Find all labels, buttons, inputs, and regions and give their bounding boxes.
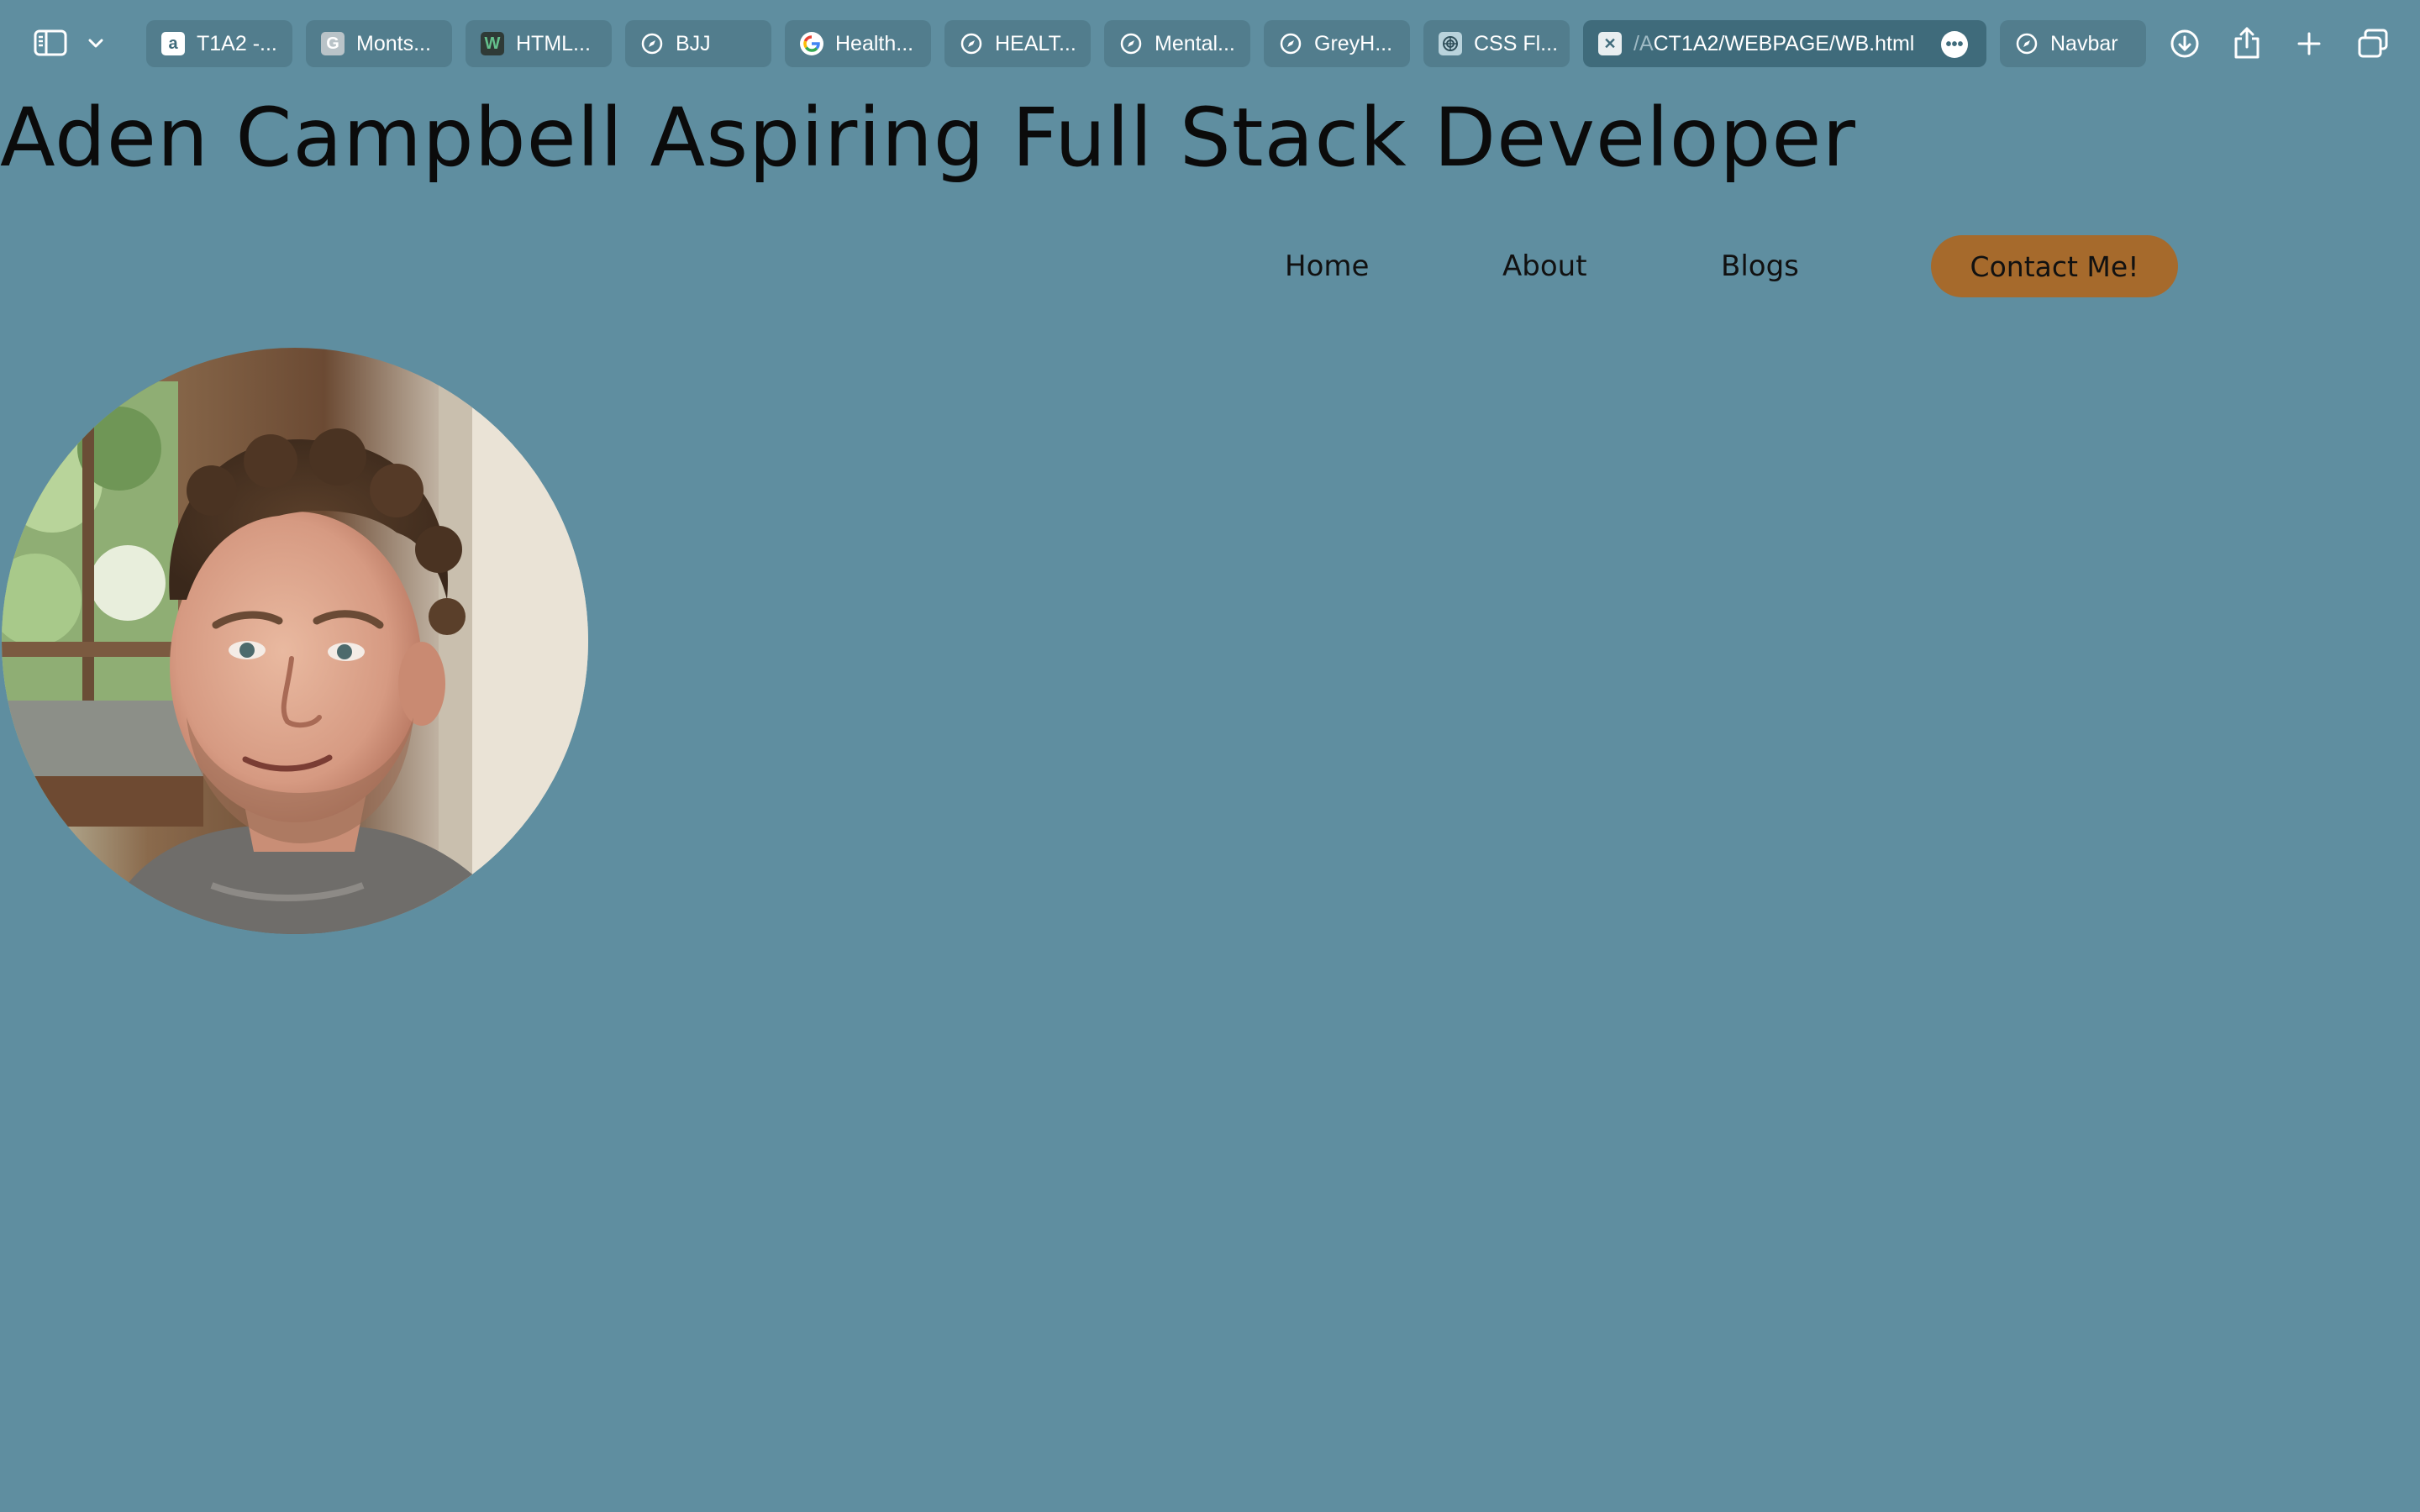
tab-label: CSS Fl... <box>1474 31 1559 55</box>
tab-label: HTML... <box>516 31 591 55</box>
browser-tab-2[interactable]: G Monts... <box>306 20 452 67</box>
compass-icon <box>640 32 664 55</box>
nav-link-blogs[interactable]: Blogs <box>1721 245 1799 287</box>
tab-label: BJJ <box>676 31 711 55</box>
compass-icon <box>2015 32 2039 55</box>
page-title: Aden Campbell Aspiring Full Stack Develo… <box>0 91 1856 185</box>
tab-label: Navbar <box>2050 31 2118 55</box>
browser-tab-8[interactable]: GreyH... <box>1264 20 1410 67</box>
browser-tab-7[interactable]: Mental... <box>1104 20 1250 67</box>
compass-icon <box>1119 32 1143 55</box>
tab-label: GreyH... <box>1314 31 1393 55</box>
tab-label: T1A2 -... <box>197 31 277 55</box>
w-favicon-icon: W <box>481 32 504 55</box>
google-favicon-icon <box>800 32 823 55</box>
share-icon <box>2234 27 2260 59</box>
profile-photo-image <box>2 348 588 934</box>
tab-overview-button[interactable] <box>2354 25 2391 62</box>
browser-tab-navbar[interactable]: Navbar <box>2000 20 2146 67</box>
active-browser-tab[interactable]: ✕ /A CT1A2/WEBPAGE/WB.html ••• <box>1583 20 1986 67</box>
tab-group-menu-button[interactable] <box>82 29 109 59</box>
chatgpt-favicon-icon <box>1439 32 1462 55</box>
tab-label: Monts... <box>356 31 431 55</box>
site-navbar: Home About Blogs Contact Me! <box>0 235 2420 297</box>
contact-me-button[interactable]: Contact Me! <box>1931 235 2178 297</box>
tab-label: Health... <box>835 31 914 55</box>
profile-photo <box>2 348 588 934</box>
browser-tab-bar: a T1A2 -... G Monts... W HTML... BJJ Hea… <box>0 0 2420 87</box>
browser-tab-9[interactable]: CSS Fl... <box>1423 20 1570 67</box>
tab-url-prefix: /A <box>1634 31 1654 55</box>
browser-tab-6[interactable]: HEALT... <box>944 20 1091 67</box>
browser-tab-3[interactable]: W HTML... <box>466 20 612 67</box>
app-favicon-icon: a <box>161 32 185 55</box>
nav-link-about[interactable]: About <box>1502 245 1587 287</box>
sidebar-icon <box>34 29 67 56</box>
tab-label: Mental... <box>1155 31 1235 55</box>
compass-icon <box>1279 32 1302 55</box>
chevron-down-icon <box>88 39 103 48</box>
sidebar-toggle-button[interactable] <box>30 25 71 60</box>
more-options-icon[interactable]: ••• <box>1941 31 1968 58</box>
download-icon <box>2170 29 2199 58</box>
browser-tab-1[interactable]: a T1A2 -... <box>146 20 292 67</box>
downloads-button[interactable] <box>2166 25 2203 62</box>
share-button[interactable] <box>2228 24 2265 62</box>
browser-tab-5[interactable]: Health... <box>785 20 931 67</box>
g-letter-favicon-icon: G <box>321 32 345 55</box>
browser-tab-4[interactable]: BJJ <box>625 20 771 67</box>
tab-label: HEALT... <box>995 31 1076 55</box>
nav-link-home[interactable]: Home <box>1285 245 1369 287</box>
compass-icon <box>960 32 983 55</box>
new-tab-button[interactable] <box>2291 25 2328 62</box>
tab-url-label: CT1A2/WEBPAGE/WB.html <box>1653 31 1915 55</box>
tab-overview-icon <box>2358 29 2388 58</box>
close-icon[interactable]: ✕ <box>1598 32 1622 55</box>
plus-icon <box>2297 32 2321 55</box>
